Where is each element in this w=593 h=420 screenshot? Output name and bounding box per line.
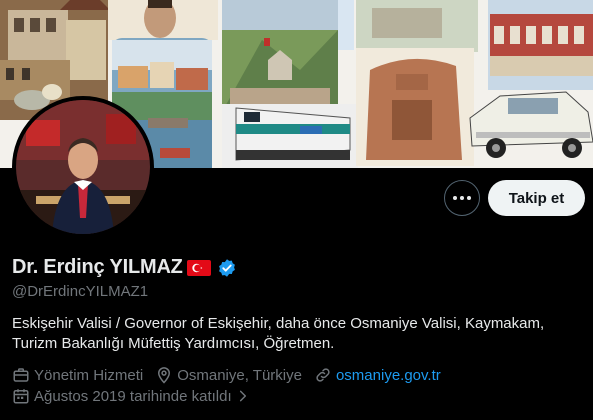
more-options-button[interactable] — [444, 180, 480, 216]
turkey-flag-icon — [186, 259, 211, 276]
profile-category: Yönetim Hizmeti — [12, 366, 143, 384]
website-link[interactable]: osmaniye.gov.tr — [336, 367, 441, 384]
link-icon — [316, 368, 330, 382]
profile-location: Osmaniye, Türkiye — [155, 366, 302, 384]
profile-joined-row[interactable]: Ağustos 2019 tarihinde katıldı — [12, 387, 250, 405]
profile-bio: Eskişehir Valisi / Governor of Eskişehir… — [12, 315, 545, 352]
verified-badge-icon[interactable] — [217, 258, 237, 278]
profile-handle: @DrErdincYILMAZ1 — [12, 283, 149, 300]
display-name: Dr. Erdinç YILMAZ — [12, 256, 183, 278]
profile-avatar[interactable] — [12, 96, 154, 238]
more-horizontal-icon — [453, 196, 471, 200]
calendar-icon — [13, 389, 29, 404]
follow-button[interactable]: Takip et — [488, 180, 585, 216]
location-text: Osmaniye, Türkiye — [177, 366, 302, 384]
profile-website[interactable]: osmaniye.gov.tr — [314, 366, 441, 384]
chevron-right-icon — [239, 390, 246, 402]
profile-name-row: Dr. Erdinç YILMAZ — [12, 256, 237, 279]
avatar-photo — [16, 100, 150, 234]
location-pin-icon — [158, 367, 171, 384]
joined-text: Ağustos 2019 tarihinde katıldı — [34, 387, 232, 405]
profile-meta-row: Yönetim Hizmeti Osmaniye, Türkiye osmani… — [12, 366, 453, 384]
category-text: Yönetim Hizmeti — [34, 366, 144, 384]
briefcase-icon — [13, 368, 29, 382]
